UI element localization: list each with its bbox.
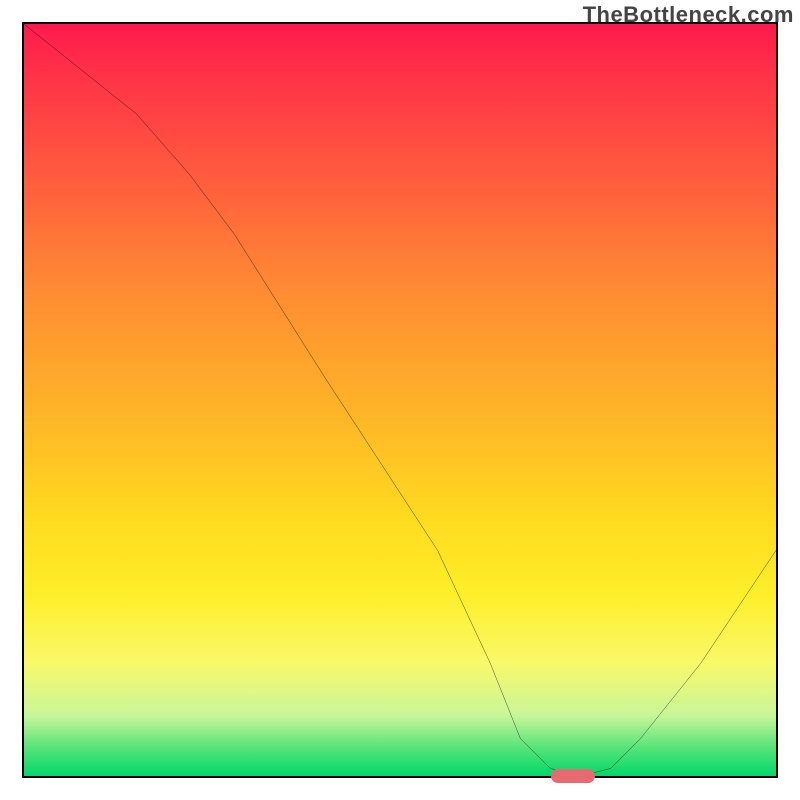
chart-plot-area (22, 22, 778, 778)
optimal-point-marker (551, 769, 595, 783)
bottleneck-curve-line (24, 24, 776, 776)
curve-path (24, 24, 776, 776)
